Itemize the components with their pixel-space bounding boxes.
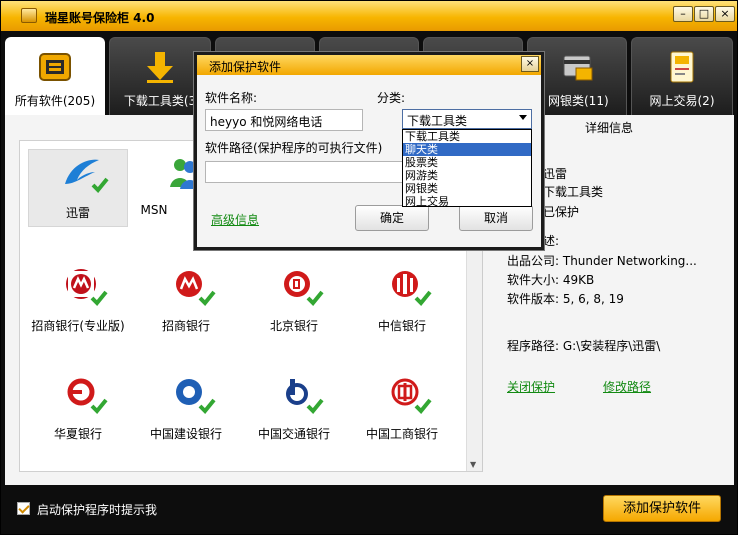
software-label: 招商银行 [161,319,210,333]
software-name-label: 软件名称: [205,91,258,105]
tab-bank-label: 网银类(11) [548,94,609,108]
download-arrow-icon [147,52,173,83]
category-dropdown-list: 下载工具类 聊天类 股票类 网游类 网银类 网上交易 [402,129,532,208]
category-option[interactable]: 网上交易 [403,195,531,208]
software-path-input[interactable] [205,161,403,183]
software-item-cmb-pro[interactable]: 招商银行(专业版) [28,263,128,341]
tab-all-label: 所有软件(205) [14,94,96,108]
all-software-icon [39,53,71,81]
detail-status: 已保护 [543,205,580,219]
add-protected-software-button[interactable]: 添加保护软件 [603,495,721,522]
software-label: 招商银行(专业版) [31,319,125,333]
footer-bar: 启动保护程序时提示我 添加保护软件 [1,485,737,534]
protected-check-icon [91,177,109,193]
category-option[interactable]: 下载工具类 [403,130,531,143]
close-protection-link[interactable]: 关闭保护 [507,378,555,395]
minimize-button[interactable]: – [673,6,693,22]
protected-check-icon [306,290,324,306]
category-selected-value: 下载工具类 [407,114,468,128]
dialog-title-bar[interactable]: 添加保护软件 × [197,55,541,75]
software-label: 北京银行 [269,319,318,333]
add-software-dialog: 添加保护软件 × 软件名称: heyyo 和悦网络电话 分类: 下载工具类 软件… [193,51,545,251]
modify-path-link[interactable]: 修改路径 [603,378,651,395]
dialog-body: 软件名称: heyyo 和悦网络电话 分类: 下载工具类 软件路径(保护程序的可… [197,75,541,247]
prompt-on-start-checkbox[interactable] [17,502,30,515]
category-label: 分类: [377,91,406,105]
protected-check-icon [198,290,216,306]
chevron-down-icon[interactable] [519,115,527,120]
software-label: 中国建设银行 [149,427,222,441]
protected-check-icon [198,398,216,414]
close-button[interactable]: × [715,6,735,22]
software-item-ccb[interactable]: 中国建设银行 [136,371,236,449]
software-label: 中信银行 [377,319,426,333]
software-path-label: 软件路径(保护程序的可执行文件) [205,141,383,155]
protected-check-icon [90,398,108,414]
ok-button[interactable]: 确定 [355,205,429,231]
software-item-icbc[interactable]: 中国工商银行 [352,371,452,449]
title-bar[interactable]: 瑞星账号保险柜 4.0 – □ × [1,1,737,31]
tab-all-software[interactable]: 所有软件(205) [5,37,105,115]
category-option[interactable]: 网游类 [403,169,531,182]
software-label: MSN [140,203,168,217]
protected-check-icon [90,290,108,306]
shopping-icon [670,51,694,83]
advanced-info-link[interactable]: 高级信息 [211,211,259,228]
detail-desc-label: 述: [543,234,560,248]
software-item-bankcomm[interactable]: 中国交通银行 [244,371,344,449]
software-item-cmb[interactable]: 招商银行 [136,263,236,341]
software-label: 中国交通银行 [257,427,330,441]
restore-button[interactable]: □ [694,6,714,22]
cancel-button[interactable]: 取消 [459,205,533,231]
category-option-highlighted[interactable]: 聊天类 [403,143,531,156]
category-select[interactable]: 下载工具类 [402,109,532,129]
app-logo-icon [21,8,37,23]
tab-online-trading[interactable]: 网上交易(2) [631,37,733,115]
detail-name: 迅雷 [543,167,568,181]
window-title: 瑞星账号保险柜 4.0 [45,11,155,25]
software-label: 中国工商银行 [365,427,438,441]
detail-size: 软件大小: 49KB [507,273,595,287]
dialog-close-button[interactable]: × [521,56,539,72]
software-item-bank-of-beijing[interactable]: 北京银行 [244,263,344,341]
protected-check-icon [414,290,432,306]
dialog-title: 添加保护软件 [209,60,282,74]
detail-path: 程序路径: G:\安装程序\迅雷\ [507,339,661,353]
protected-check-icon [414,398,432,414]
detail-category: 下载工具类 [543,185,604,199]
software-item-huaxia[interactable]: 华夏银行 [28,371,128,449]
detail-publisher: 出品公司: Thunder Networking... [507,254,697,268]
category-option[interactable]: 网银类 [403,182,531,195]
prompt-on-start-label[interactable]: 启动保护程序时提示我 [37,501,157,518]
software-item-citic[interactable]: 中信银行 [352,263,452,341]
software-label: 华夏银行 [53,427,102,441]
tab-trade-label: 网上交易(2) [649,94,715,108]
software-name-input[interactable]: heyyo 和悦网络电话 [205,109,363,131]
scroll-down-icon[interactable]: ▼ [470,460,476,469]
detail-version: 软件版本: 5, 6, 8, 19 [507,292,624,306]
protected-check-icon [306,398,324,414]
bank-card-icon [563,55,593,81]
category-option[interactable]: 股票类 [403,156,531,169]
